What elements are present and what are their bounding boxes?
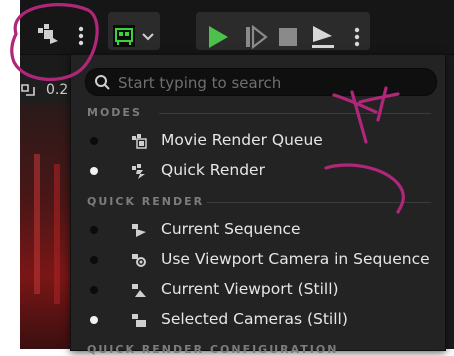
menu-item-use-viewport-camera[interactable]: Use Viewport Camera in Sequence: [77, 247, 439, 273]
radio-on-indicator: [90, 316, 98, 324]
menu-item-label: Current Viewport (Still): [161, 280, 339, 298]
play-icon[interactable]: [206, 24, 230, 50]
radio-off-indicator: [90, 226, 98, 234]
section-header-quick-render: QUICK RENDER: [87, 195, 205, 208]
step-forward-icon[interactable]: [244, 25, 268, 49]
menu-item-label: Current Sequence: [161, 220, 301, 238]
section-divider: [159, 113, 431, 114]
menu-item-current-sequence[interactable]: Current Sequence: [77, 217, 439, 243]
menu-item-quick-render[interactable]: Quick Render: [77, 158, 439, 184]
search-input[interactable]: [116, 71, 430, 95]
section-header-modes: MODES: [87, 106, 142, 119]
more-options-icon[interactable]: [78, 26, 84, 46]
selected-cameras-icon: [132, 314, 146, 327]
menu-item-movie-render-queue[interactable]: Movie Render Queue: [77, 128, 439, 154]
radio-off-indicator: [90, 256, 98, 264]
menu-item-selected-cameras-still[interactable]: Selected Cameras (Still): [77, 307, 439, 333]
eject-icon[interactable]: [310, 24, 336, 50]
search-icon: [95, 75, 110, 90]
chevron-down-icon[interactable]: [142, 32, 154, 42]
platforms-icon[interactable]: [112, 24, 136, 48]
zoom-value: 0.2: [46, 82, 69, 98]
menu-item-current-viewport-still[interactable]: Current Viewport (Still): [77, 277, 439, 303]
menu-item-label: Selected Cameras (Still): [161, 310, 348, 328]
menu-item-label: Use Viewport Camera in Sequence: [161, 250, 430, 268]
sequence-icon: [132, 224, 146, 237]
radio-off-indicator: [90, 286, 98, 294]
section-header-quick-render-configuration: QUICK RENDER CONFIGURATION: [87, 343, 339, 356]
viewport-camera-icon: [132, 254, 146, 267]
radio-off-indicator: [90, 137, 98, 145]
render-mode-icon[interactable]: [36, 22, 60, 46]
transform-icon[interactable]: [20, 82, 36, 98]
main-toolbar: [20, 0, 454, 55]
viewport-still-icon: [132, 284, 146, 297]
search-box: [85, 68, 437, 96]
play-options-icon[interactable]: [354, 27, 360, 47]
quick-render-icon: [132, 164, 145, 179]
menu-item-label: Quick Render: [161, 161, 265, 179]
radio-on-indicator: [90, 167, 98, 175]
section-divider: [207, 202, 431, 203]
movie-render-queue-icon: [132, 134, 147, 149]
stop-icon[interactable]: [278, 27, 298, 47]
render-mode-menu: MODES Movie Render Queue Quick Render QU…: [70, 54, 446, 356]
menu-item-label: Movie Render Queue: [161, 131, 323, 149]
